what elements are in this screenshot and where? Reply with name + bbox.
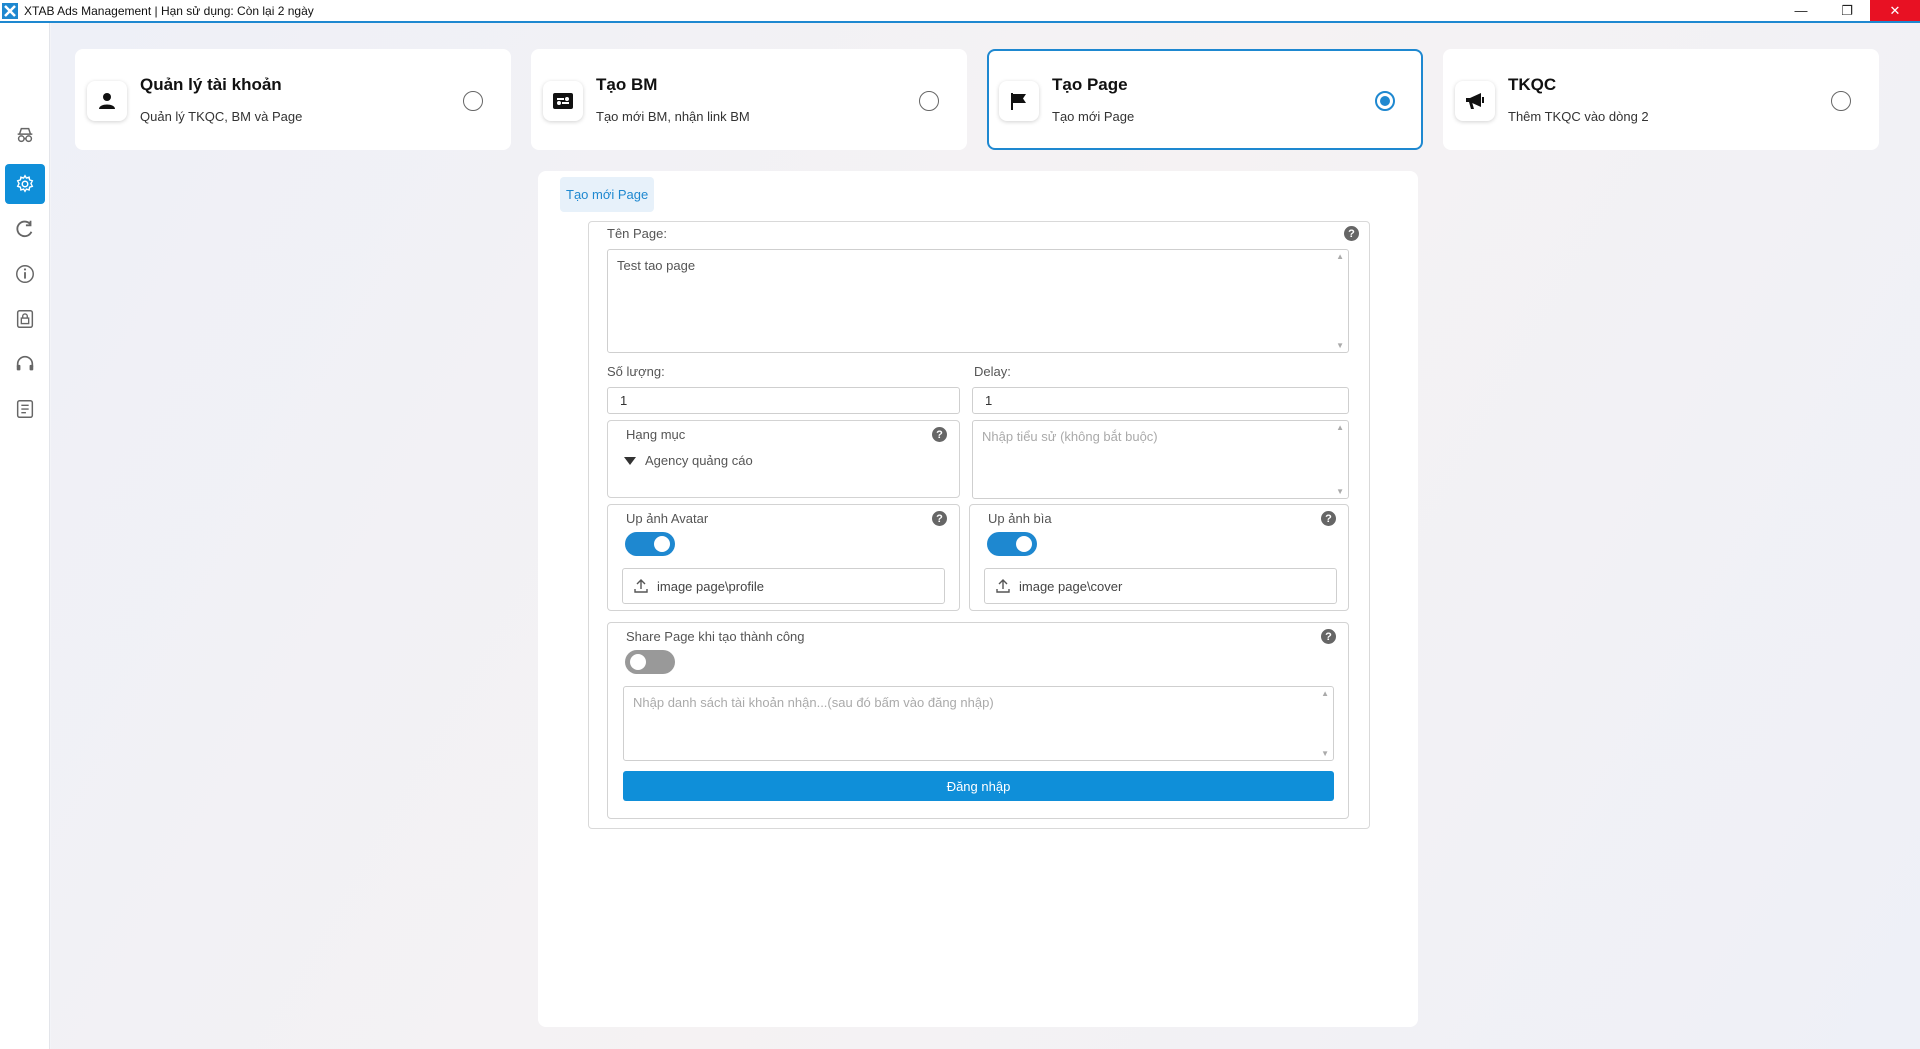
sidebar-item-settings[interactable] [5,164,45,204]
share-box: Share Page khi tạo thành công ? Nhập dan… [607,622,1349,819]
card-account-management[interactable]: Quản lý tài khoản Quản lý TKQC, BM và Pa… [75,49,511,150]
help-icon[interactable]: ? [1321,629,1336,644]
share-accounts-input[interactable]: Nhập danh sách tài khoản nhận...(sau đó … [623,686,1334,761]
feature-cards: Quản lý tài khoản Quản lý TKQC, BM và Pa… [75,49,1879,150]
sidebar-item-logs[interactable] [5,389,45,429]
page-name-input[interactable]: Test tao page ▲ ▼ [607,249,1349,353]
help-icon[interactable]: ? [1344,226,1359,241]
card-radio[interactable] [1831,91,1851,111]
share-toggle[interactable] [625,650,675,674]
quantity-input[interactable]: 1 [607,387,960,414]
tab-create-page[interactable]: Tạo mới Page [560,177,655,212]
caret-down-icon [624,456,636,465]
info-icon [16,265,34,283]
card-title: TKQC [1508,75,1557,94]
card-create-page[interactable]: Tạo Page Tạo mới Page [987,49,1423,150]
share-label: Share Page khi tạo thành công [626,629,805,644]
bm-icon [543,81,583,121]
avatar-path: image page\profile [657,578,764,594]
avatar-upload[interactable]: image page\profile [622,568,945,604]
card-create-bm[interactable]: Tạo BM Tạo mới BM, nhận link BM [531,49,967,150]
help-icon[interactable]: ? [1321,511,1336,526]
avatar-box: Up ảnh Avatar ? image page\profile [607,504,960,611]
scroll-up-icon[interactable]: ▲ [1336,252,1344,261]
document-icon [16,400,34,418]
window-title: XTAB Ads Management | Hạn sử dụng: Còn l… [24,3,314,18]
sidebar-item-incognito[interactable] [5,115,45,155]
scroll-up-icon[interactable]: ▲ [1321,689,1329,698]
help-icon[interactable]: ? [932,427,947,442]
delay-label: Delay: [974,364,1011,379]
page-name-value: Test tao page [617,258,696,273]
category-dropdown[interactable]: Agency quảng cáo [624,453,753,468]
bio-input[interactable]: Nhập tiểu sử (không bắt buộc) ▲ ▼ [972,420,1349,499]
upload-icon [996,579,1010,593]
delay-input[interactable]: 1 [972,387,1349,414]
close-button[interactable]: ✕ [1870,0,1920,21]
card-tkqc[interactable]: TKQC Thêm TKQC vào dòng 2 [1443,49,1879,150]
page-name-label: Tên Page: [607,226,667,241]
card-subtitle: Tạo mới BM, nhận link BM [596,109,750,124]
scroll-down-icon[interactable]: ▼ [1336,487,1344,496]
settings-icon [16,174,34,193]
app-logo-icon [2,2,18,19]
create-page-panel: Tạo mới Page Tên Page: ? Test tao page ▲… [538,171,1418,1027]
flag-icon [999,81,1039,121]
lock-icon [16,310,34,328]
card-subtitle: Quản lý TKQC, BM và Page [140,109,303,124]
login-button[interactable]: Đăng nhập [623,771,1334,801]
share-accounts-placeholder: Nhập danh sách tài khoản nhận...(sau đó … [633,695,994,710]
avatar-toggle[interactable] [625,532,675,556]
help-icon[interactable]: ? [932,511,947,526]
sidebar-item-support[interactable] [5,344,45,384]
sidebar [0,23,50,1049]
card-title: Tạo BM [596,75,658,94]
upload-icon [634,579,648,593]
cover-label: Up ảnh bìa [988,511,1052,526]
main-area: Quản lý tài khoản Quản lý TKQC, BM và Pa… [51,23,1920,1049]
bio-placeholder: Nhập tiểu sử (không bắt buộc) [982,429,1158,444]
card-title: Quản lý tài khoản [140,75,282,94]
scroll-down-icon[interactable]: ▼ [1321,749,1329,758]
minimize-button[interactable]: — [1778,0,1824,21]
card-radio[interactable] [919,91,939,111]
cover-box: Up ảnh bìa ? image page\cover [969,504,1349,611]
scroll-down-icon[interactable]: ▼ [1336,341,1344,350]
cover-toggle[interactable] [987,532,1037,556]
headset-icon [16,355,34,371]
restore-button[interactable]: ❐ [1824,0,1870,21]
cover-path: image page\cover [1019,578,1123,594]
scroll-up-icon[interactable]: ▲ [1336,423,1344,432]
incognito-icon [17,127,33,143]
card-subtitle: Tạo mới Page [1052,109,1135,124]
category-label: Hạng mục [626,427,686,442]
cover-upload[interactable]: image page\cover [984,568,1337,604]
category-box: Hạng mục ? Agency quảng cáo [607,420,960,498]
quantity-label: Số lượng: [607,364,665,379]
avatar-label: Up ảnh Avatar [626,511,709,526]
user-icon [87,81,127,121]
sidebar-item-lock[interactable] [5,299,45,339]
card-subtitle: Thêm TKQC vào dòng 2 [1508,109,1649,124]
create-page-form: Tên Page: ? Test tao page ▲ ▼ Số lượng: … [588,221,1370,829]
card-title: Tạo Page [1052,75,1128,94]
refresh-icon [16,220,33,238]
sidebar-item-refresh[interactable] [5,209,45,249]
title-bar: XTAB Ads Management | Hạn sử dụng: Còn l… [0,0,1920,23]
sidebar-item-info[interactable] [5,254,45,294]
megaphone-icon [1455,81,1495,121]
category-value: Agency quảng cáo [645,453,753,468]
card-radio[interactable] [1375,91,1395,111]
card-radio[interactable] [463,91,483,111]
